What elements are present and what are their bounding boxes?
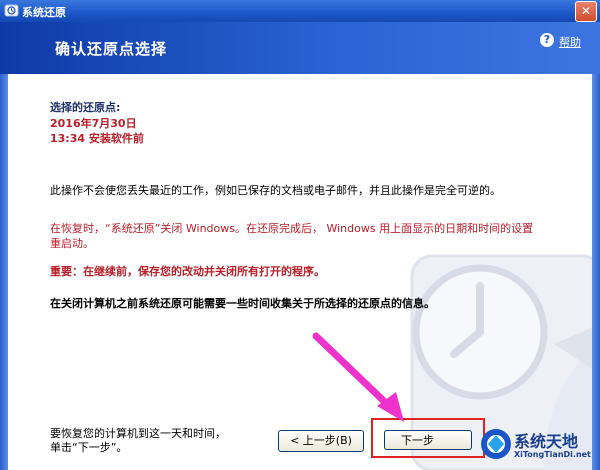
brand-url: XiTongTianDi.net <box>514 450 591 459</box>
title-bar[interactable]: 系统还原 ✕ <box>0 0 600 22</box>
right-border <box>592 74 600 470</box>
help-icon[interactable]: ? <box>540 33 554 47</box>
footer-hint-line2: 单击“下一步”。 <box>50 441 128 454</box>
help-link[interactable]: 帮助 <box>559 34 581 50</box>
page-title: 确认还原点选择 <box>55 40 168 58</box>
brand-name: 系统天地 <box>514 432 579 451</box>
page-header: 确认还原点选择 ? 帮助 <box>0 22 600 74</box>
window-title: 系统还原 <box>22 6 66 19</box>
restore-point-label: 选择的还原点: <box>50 101 121 114</box>
warning-paragraph-line1: 在恢复时，“系统还原”关闭 Windows。在还原完成后， Windows 用上… <box>50 222 534 235</box>
back-button[interactable]: < 上一步(B) <box>278 430 364 452</box>
restore-point-description: 13:34 安装软件前 <box>50 132 144 145</box>
close-icon: ✕ <box>580 4 592 18</box>
content-panel: 选择的还原点: 2016年7月30日 13:34 安装软件前 此操作不会使您丢失… <box>8 74 592 470</box>
collect-info-paragraph: 在关闭计算机之前系统还原可能需要一些时间收集关于所选择的还原点的信息。 <box>50 297 435 310</box>
brand-watermark: 系统天地 XiTongTianDi.net <box>480 425 598 467</box>
important-notice: 重要：在继续前，保存您的改动并关闭所有打开的程序。 <box>50 265 325 278</box>
close-button[interactable]: ✕ <box>575 1 597 22</box>
left-border <box>0 74 8 470</box>
system-restore-app-icon <box>4 4 19 17</box>
system-restore-window: 系统还原 ✕ 确认还原点选择 ? 帮助 选择的还原点: 2016年7月30日 1… <box>0 0 600 470</box>
warning-paragraph-line2: 重启动。 <box>50 237 94 250</box>
info-paragraph: 此操作不会使您丢失最近的工作，例如已保存的文档或电子邮件，并且此操作是完全可逆的… <box>50 184 501 197</box>
restore-point-date: 2016年7月30日 <box>50 117 137 130</box>
next-button-highlight <box>371 418 485 458</box>
brand-logo-icon <box>481 429 511 459</box>
